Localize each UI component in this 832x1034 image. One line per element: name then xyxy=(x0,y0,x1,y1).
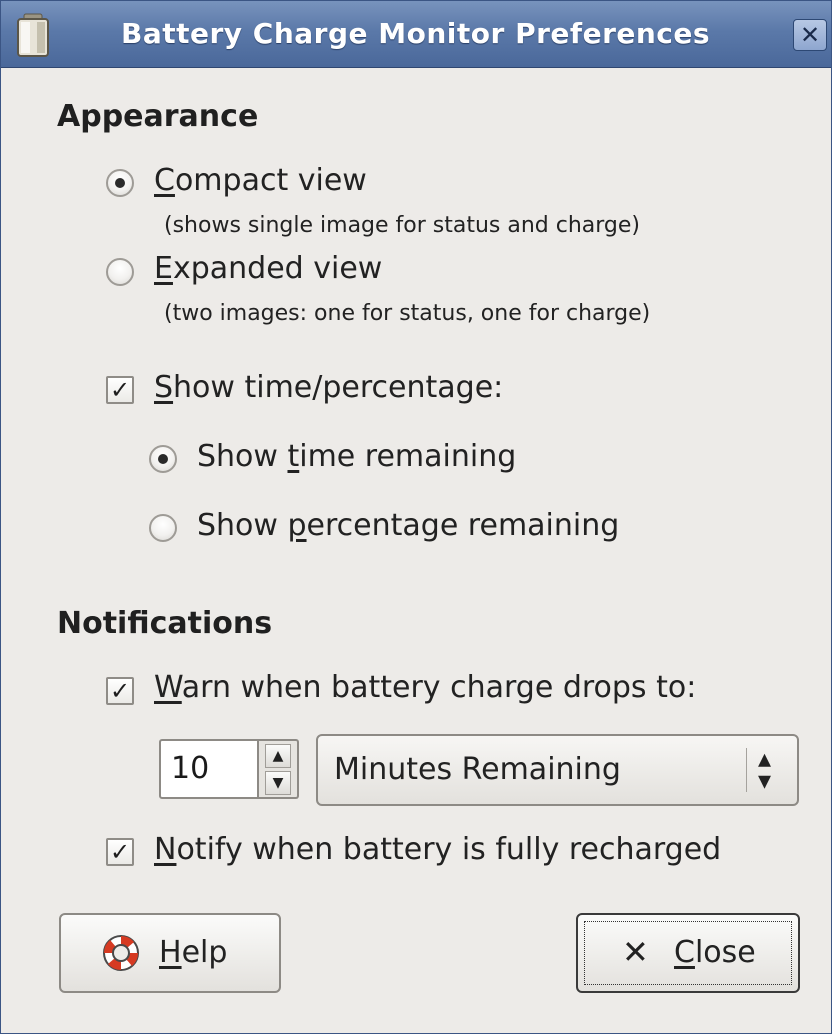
preferences-dialog: Battery Charge Monitor Preferences ✕ App… xyxy=(0,0,832,1034)
spin-down-arrow-icon[interactable]: ▼ xyxy=(265,771,291,795)
spin-up-arrow-icon[interactable]: ▲ xyxy=(265,744,291,768)
title-bar[interactable]: Battery Charge Monitor Preferences ✕ xyxy=(1,1,831,68)
show-time-percentage-label[interactable]: Show time/percentage: xyxy=(154,370,503,405)
show-time-remaining-radio[interactable] xyxy=(149,445,177,473)
notifications-heading: Notifications xyxy=(57,606,273,641)
up-down-arrows-icon: ▴ ▾ xyxy=(758,744,772,796)
close-button[interactable]: ✕ Close xyxy=(576,913,800,993)
compact-view-radio[interactable] xyxy=(106,169,134,197)
notify-checkbox[interactable]: ✓ xyxy=(106,838,134,866)
expanded-view-description: (two images: one for status, one for cha… xyxy=(164,301,651,326)
warn-label[interactable]: Warn when battery charge drops to: xyxy=(154,670,696,705)
threshold-spin-input[interactable]: 10 xyxy=(159,739,259,799)
warn-checkbox[interactable]: ✓ xyxy=(106,677,134,705)
close-button-label: Close xyxy=(674,935,756,970)
show-time-remaining-label[interactable]: Show time remaining xyxy=(197,439,516,474)
lifebuoy-icon xyxy=(103,935,139,971)
window-title: Battery Charge Monitor Preferences xyxy=(121,17,711,50)
help-button[interactable]: Help xyxy=(59,913,281,993)
expanded-view-label[interactable]: Expanded view xyxy=(154,251,382,286)
threshold-unit-select[interactable]: Minutes Remaining ▴ ▾ xyxy=(316,734,799,806)
expanded-view-radio[interactable] xyxy=(106,258,134,286)
show-percentage-remaining-label[interactable]: Show percentage remaining xyxy=(197,508,619,543)
threshold-unit-value: Minutes Remaining xyxy=(334,752,621,787)
compact-view-label[interactable]: Compact view xyxy=(154,163,367,198)
notify-label[interactable]: Notify when battery is fully recharged xyxy=(154,832,721,867)
battery-icon xyxy=(17,13,49,57)
close-icon: ✕ xyxy=(622,933,649,971)
show-time-percentage-checkbox[interactable]: ✓ xyxy=(106,376,134,404)
close-icon[interactable]: ✕ xyxy=(793,19,827,51)
threshold-spin-buttons: ▲ ▼ xyxy=(259,739,299,799)
combo-separator xyxy=(746,748,747,792)
compact-view-description: (shows single image for status and charg… xyxy=(164,213,641,238)
show-percentage-remaining-radio[interactable] xyxy=(149,514,177,542)
help-button-label: Help xyxy=(159,935,228,970)
appearance-heading: Appearance xyxy=(57,99,259,134)
